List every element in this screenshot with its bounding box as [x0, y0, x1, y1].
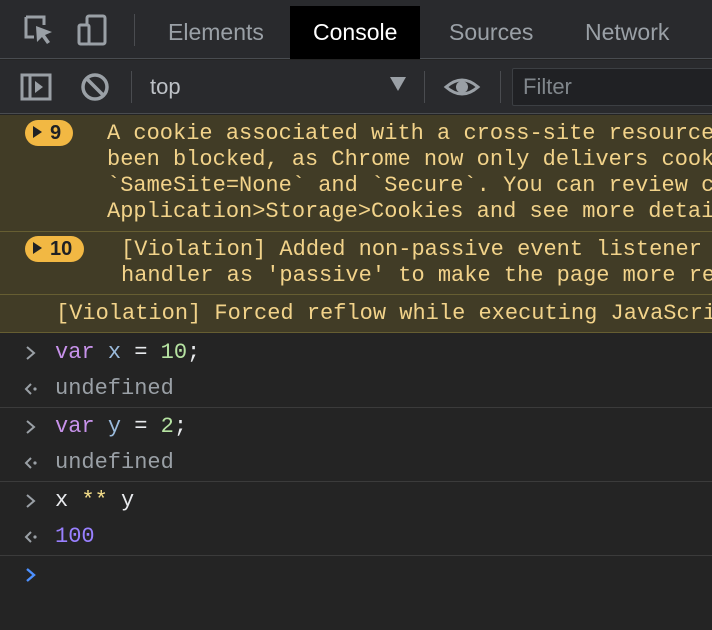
warning-text: A cookie associated with a cross-site re… — [107, 121, 712, 224]
dropdown-arrow-icon[interactable] — [390, 77, 406, 91]
expand-triangle-icon — [33, 242, 42, 254]
live-expression-eye-icon[interactable] — [443, 70, 481, 104]
input-chevron-icon — [26, 494, 36, 508]
filter-input[interactable] — [512, 68, 712, 106]
toolbar-divider — [500, 71, 501, 103]
console-log-area[interactable]: 9 A cookie associated with a cross-site … — [0, 115, 712, 630]
entry-divider — [0, 407, 712, 408]
entry-divider — [0, 555, 712, 556]
execution-context-selector[interactable]: top — [150, 70, 181, 104]
console-toolbar: top — [0, 60, 712, 114]
entry-divider — [0, 481, 712, 482]
tab-console[interactable]: Console — [290, 6, 421, 59]
console-warning-message[interactable]: [Violation] Forced reflow while executin… — [0, 295, 712, 333]
console-input-row[interactable]: var y = 2; — [0, 409, 712, 445]
console-input-row[interactable]: var x = 10; — [0, 335, 712, 371]
repeat-count-badge[interactable]: 10 — [25, 236, 85, 262]
input-chevron-icon — [26, 346, 36, 360]
console-input-row[interactable]: x ** y — [0, 483, 712, 519]
input-chevron-icon — [26, 420, 36, 434]
warning-text: [Violation] Forced reflow while executin… — [56, 301, 712, 326]
console-result-row[interactable]: undefined — [0, 445, 712, 481]
inspect-element-icon[interactable] — [22, 13, 56, 47]
console-prompt[interactable] — [0, 557, 712, 593]
input-code: var x = 10; — [55, 340, 201, 365]
device-toolbar-icon[interactable] — [76, 13, 110, 47]
console-result-row[interactable]: undefined — [0, 371, 712, 407]
warning-text: [Violation] Added non-passive event list… — [121, 237, 712, 288]
show-console-sidebar-icon[interactable] — [19, 70, 53, 104]
result-arrow-icon — [24, 383, 37, 395]
clear-console-icon[interactable] — [78, 70, 112, 104]
tab-elements[interactable]: Elements — [145, 6, 287, 59]
console-warning-message[interactable]: 10 [Violation] Added non-passive event l… — [0, 232, 712, 295]
tab-network[interactable]: Network — [562, 6, 692, 59]
result-arrow-icon — [24, 457, 37, 469]
prompt-chevron-icon — [26, 568, 36, 582]
result-arrow-icon — [24, 531, 37, 543]
result-value: 100 — [55, 524, 95, 549]
input-code: x ** y — [55, 488, 135, 513]
console-result-row[interactable]: 100 — [0, 519, 712, 555]
devtools-tab-bar: Elements Console Sources Network — [0, 0, 712, 59]
tab-bar-divider — [134, 14, 135, 46]
input-code: var y = 2; — [55, 414, 188, 439]
expand-triangle-icon — [33, 126, 42, 138]
console-warning-message[interactable]: 9 A cookie associated with a cross-site … — [0, 115, 712, 232]
toolbar-divider — [424, 71, 425, 103]
tab-sources[interactable]: Sources — [426, 6, 556, 59]
toolbar-divider — [131, 71, 132, 103]
result-value: undefined — [55, 376, 174, 401]
result-value: undefined — [55, 450, 174, 475]
repeat-count-badge[interactable]: 9 — [25, 120, 74, 146]
